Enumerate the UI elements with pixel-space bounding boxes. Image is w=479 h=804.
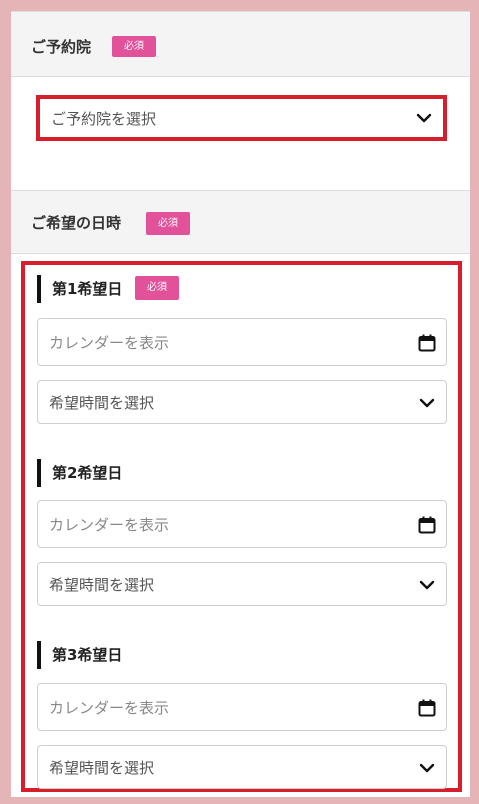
chevron-down-icon [419, 763, 435, 773]
day2-date-input[interactable]: カレンダーを表示 [37, 500, 447, 548]
day1-time-value: 希望時間を選択 [49, 394, 155, 412]
calendar-icon[interactable] [418, 699, 436, 717]
day2-date-placeholder: カレンダーを表示 [49, 516, 170, 534]
datetime-section-title: ご希望の日時 [31, 214, 122, 232]
chevron-down-icon [419, 398, 435, 408]
day1-time-select[interactable]: 希望時間を選択 [37, 380, 447, 424]
day1-required-badge: 必須 [135, 276, 179, 300]
day1-label: 第1希望日 [52, 280, 123, 298]
calendar-icon[interactable] [418, 334, 436, 352]
heading-bar [37, 275, 41, 303]
chevron-down-icon [419, 580, 435, 590]
heading-bar [37, 641, 41, 669]
clinic-section-title: ご予約院 [31, 38, 92, 56]
day3-date-placeholder: カレンダーを表示 [49, 699, 170, 717]
clinic-section-header: ご予約院 必須 [11, 11, 470, 77]
day2-label: 第2希望日 [52, 464, 123, 482]
required-badge: 必須 [146, 212, 190, 235]
day1-date-input[interactable]: カレンダーを表示 [37, 318, 447, 366]
chevron-down-icon [416, 113, 432, 123]
day3-time-select[interactable]: 希望時間を選択 [37, 745, 447, 789]
day3-time-value: 希望時間を選択 [49, 759, 155, 777]
day1-date-placeholder: カレンダーを表示 [49, 334, 170, 352]
heading-bar [37, 459, 41, 487]
day2-time-value: 希望時間を選択 [49, 576, 155, 594]
calendar-icon[interactable] [418, 516, 436, 534]
required-badge: 必須 [112, 36, 156, 57]
clinic-select[interactable]: ご予約院を選択 [40, 99, 443, 137]
day3-date-input[interactable]: カレンダーを表示 [37, 683, 447, 731]
clinic-select-value: ご予約院を選択 [51, 110, 157, 128]
day2-time-select[interactable]: 希望時間を選択 [37, 562, 447, 606]
day3-label: 第3希望日 [52, 646, 123, 664]
reservation-form: ご予約院 必須 ご予約院を選択 ご希望の日時 必須 第1希望日 必須 カレンダー… [11, 11, 470, 797]
datetime-section-header: ご希望の日時 必須 [11, 190, 470, 254]
